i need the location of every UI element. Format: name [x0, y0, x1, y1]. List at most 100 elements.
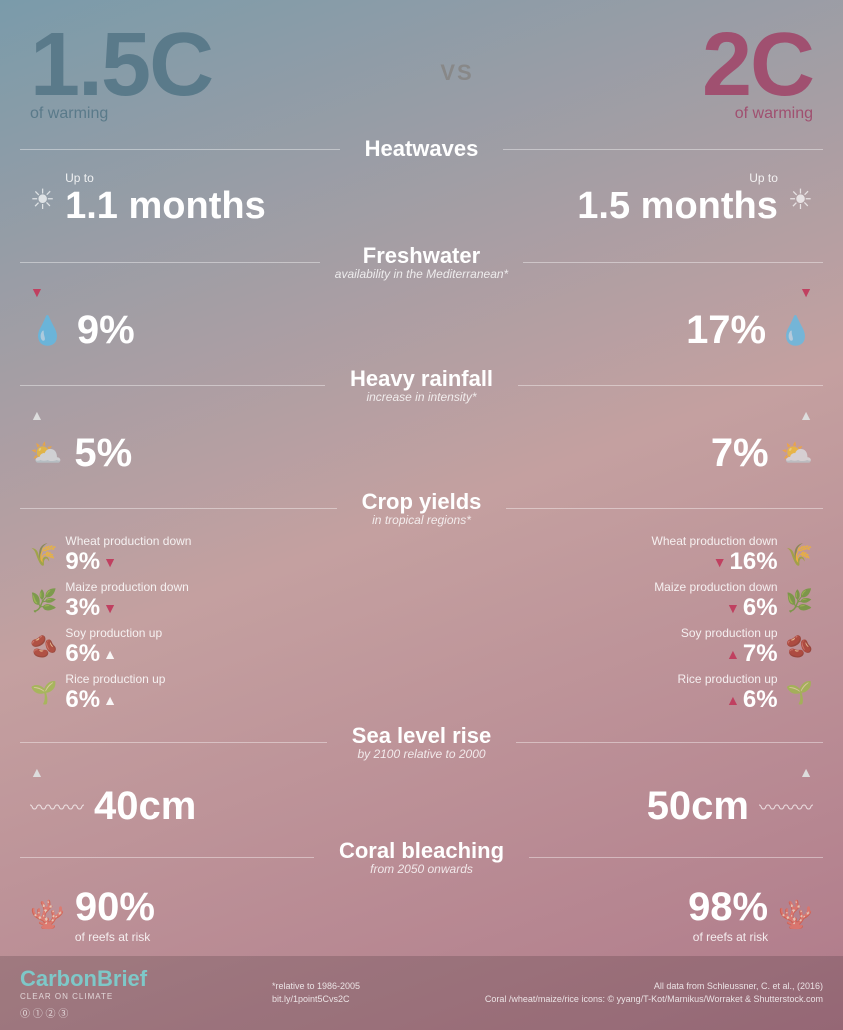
heatwave-left-label: Up to: [65, 171, 266, 185]
coral-subtitle: from 2050 onwards: [329, 862, 514, 876]
soy-left-arrow: ▲: [103, 646, 117, 662]
heatwaves-header: Heatwaves: [340, 136, 504, 162]
rainfall-arrows: ▲ ▲: [0, 407, 843, 423]
coral-icon-right: 🪸: [778, 898, 813, 931]
of-warming-right-label: of warming: [735, 105, 813, 123]
crop-item-soy-right: Soy production up ▲ 7% 🫘: [681, 626, 813, 668]
rainfall-right-value: 7%: [711, 431, 769, 476]
rainfall-left: ⛅ 5%: [30, 431, 422, 476]
wheat-icon-right: 🌾: [786, 542, 813, 568]
rice-icon-left: 🌱: [30, 680, 57, 706]
sea-data-row: 〰〰〰 40cm 50cm 〰〰〰: [0, 780, 843, 833]
rainfall-subtitle: increase in intensity*: [340, 390, 503, 404]
rainfall-header: Heavy rainfall increase in intensity*: [325, 366, 518, 404]
rice-right-name: Rice production up: [678, 672, 778, 686]
freshwater-divider: Freshwater availability in the Mediterra…: [0, 243, 843, 281]
coral-title: Coral bleaching: [329, 838, 514, 864]
line-left: [20, 857, 314, 858]
wheat-left-name: Wheat production down: [65, 534, 191, 548]
wheat-left-value-group: 9% ▼: [65, 548, 191, 576]
footer-brand-name: CarbonBrief: [20, 966, 147, 992]
coral-left-value-group: 90% of reefs at risk: [75, 885, 155, 944]
heatwave-left: ☀ Up to 1.1 months: [30, 171, 266, 228]
rice-right-value: 6%: [743, 686, 778, 714]
crop-info-rice-left: Rice production up 6% ▲: [65, 672, 165, 714]
line-right: [506, 508, 823, 509]
wave-icon-right: 〰〰〰: [759, 794, 813, 820]
crop-info-soy-left: Soy production up 6% ▲: [65, 626, 162, 668]
rice-right-arrow: ▲: [726, 692, 740, 708]
maize-left-value-group: 3% ▼: [65, 594, 188, 622]
line-right: [523, 262, 823, 263]
footer-brand-tagline: CLEAR ON CLIMATE: [20, 992, 147, 1001]
rainfall-left-value: 5%: [74, 431, 132, 476]
freshwater-arrow-left: ▼: [30, 284, 44, 300]
rainfall-divider: Heavy rainfall increase in intensity*: [0, 366, 843, 404]
coral-divider: Coral bleaching from 2050 onwards: [0, 838, 843, 876]
sea-arrows: ▲ ▲: [0, 764, 843, 780]
temp-right-group: 2C of warming: [702, 20, 813, 123]
wheat-right-value-group: ▼ 16%: [713, 548, 778, 576]
heavy-rainfall-section: Heavy rainfall increase in intensity* ▲ …: [0, 363, 843, 484]
crop-title: Crop yields: [352, 489, 492, 515]
soy-left-value-group: 6% ▲: [65, 640, 162, 668]
maize-right-name: Maize production down: [654, 580, 777, 594]
crop-info-wheat-left: Wheat production down 9% ▼: [65, 534, 191, 576]
crop-left-group: 🌾 Wheat production down 9% ▼ 🌿 Maize pro…: [30, 534, 191, 714]
line-left: [20, 508, 337, 509]
rainfall-arrow-right: ▲: [799, 407, 813, 423]
crop-right-group: Wheat production down ▼ 16% 🌾 Maize prod…: [652, 534, 813, 714]
main-container: 1.5C of warming VS 2C of warming Heatwav…: [0, 0, 843, 1030]
line-left: [20, 742, 327, 743]
wheat-right-name: Wheat production down: [652, 534, 778, 548]
freshwater-section: Freshwater availability in the Mediterra…: [0, 240, 843, 361]
maize-icon-right: 🌿: [786, 588, 813, 614]
heatwave-right-value-group: Up to 1.5 months: [577, 171, 778, 228]
sea-arrow-right: ▲: [799, 764, 813, 780]
coral-left-value: 90%: [75, 885, 155, 929]
maize-left-value: 3%: [65, 594, 100, 622]
footer-note-left-line1: *relative to 1986-2005: [272, 980, 360, 993]
rice-icon-right: 🌱: [786, 680, 813, 706]
coral-header: Coral bleaching from 2050 onwards: [314, 838, 529, 876]
soy-right-value-group: ▲ 7%: [726, 640, 778, 668]
crop-item-rice-left: 🌱 Rice production up 6% ▲: [30, 672, 191, 714]
coral-data-row: 🪸 90% of reefs at risk 98% of reefs at r…: [0, 879, 843, 954]
sea-arrow-left: ▲: [30, 764, 44, 780]
sea-right: 50cm 〰〰〰: [647, 784, 813, 829]
heatwave-left-value-group: Up to 1.1 months: [65, 171, 266, 228]
crop-item-soy-left: 🫘 Soy production up 6% ▲: [30, 626, 191, 668]
maize-right-value-group: ▼ 6%: [726, 594, 778, 622]
footer: CarbonBrief CLEAR ON CLIMATE ⓪ ① ② ③ *re…: [0, 956, 843, 1030]
freshwater-subtitle: availability in the Mediterranean*: [335, 267, 508, 281]
heatwave-left-value: 1.1 months: [65, 185, 266, 227]
rice-right-value-group: ▲ 6%: [726, 686, 778, 714]
heatwave-right-value: 1.5 months: [577, 185, 778, 227]
soy-icon-right: 🫘: [786, 634, 813, 660]
soy-right-value: 7%: [743, 640, 778, 668]
rice-left-value-group: 6% ▲: [65, 686, 165, 714]
crop-data-section: 🌾 Wheat production down 9% ▼ 🌿 Maize pro…: [0, 530, 843, 718]
crop-info-maize-right: Maize production down ▼ 6%: [654, 580, 777, 622]
line-left: [20, 149, 340, 150]
soy-left-value: 6%: [65, 640, 100, 668]
footer-social-icons: ⓪ ① ② ③: [20, 1005, 68, 1020]
heatwaves-section: Heatwaves ☀ Up to 1.1 months Up to 1.5 m…: [0, 133, 843, 238]
crop-divider: Crop yields in tropical regions*: [0, 489, 843, 527]
crop-info-soy-right: Soy production up ▲ 7%: [681, 626, 778, 668]
freshwater-arrow-right: ▼: [799, 284, 813, 300]
cloud-icon-right: ⛅: [781, 438, 813, 469]
wheat-left-arrow: ▼: [103, 554, 117, 570]
sea-right-value: 50cm: [647, 784, 749, 829]
sea-left-value: 40cm: [94, 784, 196, 829]
freshwater-arrows: ▼ ▼: [0, 284, 843, 300]
temp-left-group: 1.5C of warming: [30, 20, 212, 123]
maize-right-value: 6%: [743, 594, 778, 622]
sea-title: Sea level rise: [342, 723, 501, 749]
crop-info-maize-left: Maize production down 3% ▼: [65, 580, 188, 622]
freshwater-left: 💧 9%: [30, 308, 422, 353]
rainfall-right: 7% ⛅: [422, 431, 814, 476]
crop-info-wheat-right: Wheat production down ▼ 16%: [652, 534, 778, 576]
rice-left-arrow: ▲: [103, 692, 117, 708]
freshwater-header: Freshwater availability in the Mediterra…: [320, 243, 523, 281]
